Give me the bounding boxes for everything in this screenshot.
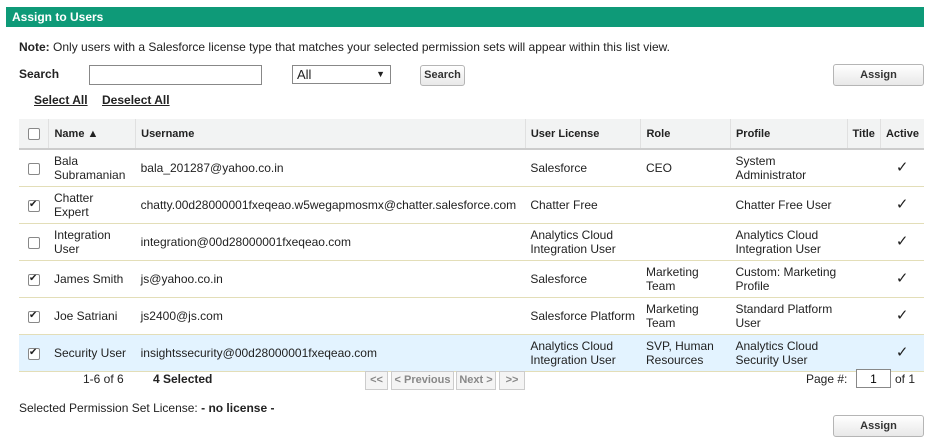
row-checkbox[interactable]: [27, 309, 40, 323]
section-header: Assign to Users: [6, 7, 924, 27]
column-header-active[interactable]: Active: [880, 119, 924, 150]
column-header-profile[interactable]: Profile: [730, 119, 848, 150]
row-checkbox[interactable]: [27, 198, 40, 212]
cell-username: integration@00d28000001fxeqeao.com: [135, 223, 526, 261]
cell-title: [847, 297, 881, 335]
cell-profile: Analytics Cloud Security User: [730, 334, 848, 372]
active-check-icon: ✓: [880, 149, 924, 187]
cell-title: [847, 149, 881, 187]
cell-user-license: Salesforce: [525, 149, 641, 187]
cell-user-license: Salesforce Platform: [525, 297, 641, 335]
cell-profile: System Administrator: [730, 149, 848, 187]
table-row: Bala Subramanian bala_201287@yahoo.co.in…: [19, 149, 924, 187]
assign-button-bottom[interactable]: Assign: [833, 415, 924, 437]
record-count: 1-6 of 6: [83, 372, 124, 386]
row-checkbox[interactable]: [27, 272, 40, 286]
cell-username: bala_201287@yahoo.co.in: [135, 149, 526, 187]
table-header-row: Name ▲ Username User License Role Profil…: [19, 119, 924, 150]
cell-user-license: Analytics Cloud Integration User: [525, 223, 641, 261]
cell-name: Integration User: [48, 223, 136, 261]
row-checkbox-cell[interactable]: [19, 186, 49, 224]
row-checkbox-cell[interactable]: [19, 223, 49, 261]
cell-username: insightssecurity@00d28000001fxeqeao.com: [135, 334, 526, 372]
cell-name: James Smith: [48, 260, 136, 298]
column-header-name[interactable]: Name ▲: [48, 119, 137, 150]
cell-role: Marketing Team: [640, 297, 731, 335]
cell-name: Bala Subramanian: [48, 149, 136, 187]
note-label: Note:: [19, 40, 50, 54]
row-checkbox-cell[interactable]: [19, 149, 49, 187]
cell-role: Marketing Team: [640, 260, 731, 298]
cell-user-license: Chatter Free: [525, 186, 641, 224]
table-row: James Smith js@yahoo.co.in Salesforce Ma…: [19, 260, 924, 298]
page-total: of 1: [895, 372, 916, 386]
cell-username: js@yahoo.co.in: [135, 260, 526, 298]
cell-user-license: Analytics Cloud Integration User: [525, 334, 641, 372]
page-number-input[interactable]: [856, 369, 891, 388]
active-check-icon: ✓: [880, 297, 924, 335]
cell-profile: Chatter Free User: [730, 186, 848, 224]
table-row: Joe Satriani js2400@js.com Salesforce Pl…: [19, 297, 924, 335]
cell-role: [640, 186, 731, 224]
cell-name: Chatter Expert: [48, 186, 136, 224]
users-table: Name ▲ Username User License Role Profil…: [19, 119, 924, 372]
assign-button-top[interactable]: Assign: [833, 64, 924, 86]
filter-select-value: All: [297, 67, 312, 82]
select-all-checkbox[interactable]: [27, 127, 40, 140]
cell-title: [847, 334, 881, 372]
page-number-label: Page #:: [806, 372, 848, 386]
row-checkbox[interactable]: [27, 346, 40, 360]
selected-license: Selected Permission Set License: - no li…: [19, 401, 274, 415]
search-button[interactable]: Search: [420, 65, 465, 86]
cell-role: [640, 223, 731, 261]
cell-name: Joe Satriani: [48, 297, 136, 335]
cell-role: SVP, Human Resources: [640, 334, 731, 372]
table-row: Security User insightssecurity@00d280000…: [19, 334, 924, 372]
first-page-button[interactable]: <<: [365, 371, 388, 390]
column-header-role[interactable]: Role: [640, 119, 731, 150]
cell-username: js2400@js.com: [135, 297, 526, 335]
active-check-icon: ✓: [880, 223, 924, 261]
column-header-username[interactable]: Username: [135, 119, 526, 150]
table-row: Integration User integration@00d28000001…: [19, 223, 924, 261]
active-check-icon: ✓: [880, 186, 924, 224]
search-input[interactable]: [89, 65, 262, 85]
cell-title: [847, 223, 881, 261]
row-checkbox-cell[interactable]: [19, 334, 49, 372]
cell-profile: Analytics Cloud Integration User: [730, 223, 848, 261]
cell-profile: Custom: Marketing Profile: [730, 260, 848, 298]
cell-user-license: Salesforce: [525, 260, 641, 298]
cell-name: Security User: [48, 334, 136, 372]
filter-select[interactable]: All ▼: [292, 65, 391, 84]
row-checkbox-cell[interactable]: [19, 297, 49, 335]
column-header-user-license[interactable]: User License: [525, 119, 642, 150]
cell-role: CEO: [640, 149, 731, 187]
note-body: Only users with a Salesforce license typ…: [53, 40, 670, 54]
cell-title: [847, 260, 881, 298]
selected-count: 4 Selected: [153, 372, 213, 386]
header-select-column[interactable]: [19, 119, 50, 150]
cell-username: chatty.00d28000001fxeqeao.w5wegapmosmx@c…: [135, 186, 526, 224]
active-check-icon: ✓: [880, 334, 924, 372]
note-text: Note: Only users with a Salesforce licen…: [19, 40, 670, 54]
select-all-link[interactable]: Select All: [34, 93, 88, 107]
cell-title: [847, 186, 881, 224]
previous-page-button[interactable]: < Previous: [391, 371, 454, 390]
chevron-down-icon: ▼: [376, 69, 385, 79]
last-page-button[interactable]: >>: [499, 371, 525, 390]
next-page-button[interactable]: Next >: [456, 371, 496, 390]
cell-profile: Standard Platform User: [730, 297, 848, 335]
row-checkbox[interactable]: [27, 236, 40, 249]
table-row: Chatter Expert chatty.00d28000001fxeqeao…: [19, 186, 924, 224]
active-check-icon: ✓: [880, 260, 924, 298]
column-header-title[interactable]: Title: [847, 119, 881, 150]
row-checkbox-cell[interactable]: [19, 260, 49, 298]
license-label: Selected Permission Set License:: [19, 401, 198, 415]
license-value: - no license -: [201, 401, 275, 415]
search-label: Search: [19, 67, 60, 81]
deselect-all-link[interactable]: Deselect All: [102, 93, 170, 107]
row-checkbox[interactable]: [27, 162, 40, 175]
